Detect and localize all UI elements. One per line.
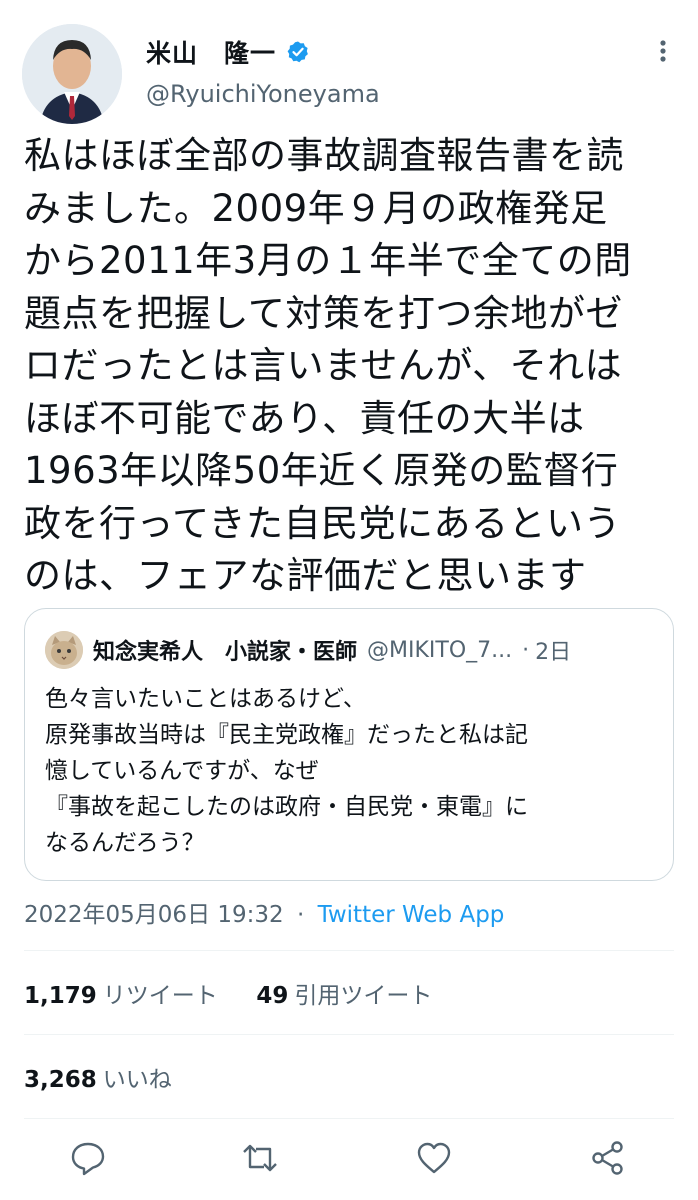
separator-dot: · xyxy=(296,902,305,928)
like-icon[interactable] xyxy=(414,1138,454,1178)
share-icon[interactable] xyxy=(588,1138,628,1178)
quoted-line: 色々言いたいことはあるけど、 xyxy=(45,686,366,712)
quoted-line: なるんだろう？ xyxy=(45,830,205,856)
quoted-author-handle: @MIKITO_7... xyxy=(367,637,513,663)
quoted-author-name: 知念実希人 小説家・医師 xyxy=(93,640,358,665)
retweet-count[interactable]: 1,179 xyxy=(24,983,97,1009)
like-count[interactable]: 3,268 xyxy=(24,1067,97,1093)
tweet-header: 米山 隆一 @RyuichiYoneyama xyxy=(0,0,698,128)
tweet-meta: 2022年05月06日 19:32 · Twitter Web App xyxy=(24,895,504,929)
tweet-line: のは、フェアな評価だと思います xyxy=(24,554,587,597)
quoted-line: 憶しているんですが、なぜ xyxy=(45,758,319,784)
action-bar xyxy=(0,1138,698,1182)
reply-icon[interactable] xyxy=(68,1138,108,1178)
tweet-line: ロだったとは言いませんが、それは xyxy=(24,344,623,387)
quoted-tweet[interactable]: 知念実希人 小説家・医師 @MIKITO_7... · 2日 色々言いたいことは… xyxy=(24,608,674,881)
divider xyxy=(24,950,674,951)
retweet-stats: 1,179 リツイート 49 引用ツイート xyxy=(24,976,432,1010)
tweet-line: 題点を把握して対策を打つ余地がゼ xyxy=(24,291,623,335)
more-icon[interactable] xyxy=(648,36,678,66)
author-name[interactable]: 米山 隆一 xyxy=(146,34,276,70)
timestamp[interactable]: 2022年05月06日 19:32 xyxy=(24,902,284,928)
quote-count[interactable]: 49 xyxy=(256,983,288,1009)
source-link[interactable]: Twitter Web App xyxy=(318,902,505,928)
quoted-line: 『事故を起こしたのは政府・自民党・東電』に xyxy=(45,794,528,820)
divider xyxy=(24,1118,674,1119)
tweet-line: から2011年3月の１年半で全ての問 xyxy=(24,239,632,282)
separator-dot: · xyxy=(522,637,530,663)
quote-label[interactable]: 引用ツイート xyxy=(294,983,432,1009)
divider xyxy=(24,1034,674,1035)
author-avatar[interactable] xyxy=(22,24,122,124)
like-label[interactable]: いいね xyxy=(103,1067,172,1093)
like-stats: 3,268 いいね xyxy=(24,1060,172,1094)
tweet-line: ほぼ不可能であり、責任の大半は xyxy=(24,396,585,440)
tweet-text: 私はほぼ全部の事故調査報告書を読 みました。2009年９月の政権発足 から201… xyxy=(24,130,684,603)
tweet-line: みました。2009年９月の政権発足 xyxy=(24,186,608,230)
author-handle[interactable]: @RyuichiYoneyama xyxy=(146,80,380,108)
tweet-line: 1963年以降50年近く原発の監督行 xyxy=(24,449,619,492)
retweet-icon[interactable] xyxy=(240,1138,280,1178)
tweet-line: 私はほぼ全部の事故調査報告書を読 xyxy=(24,134,624,177)
quoted-line: 原発事故当時は『民主党政権』だったと私は記 xyxy=(45,722,528,748)
quoted-time: 2日 xyxy=(535,640,572,665)
verified-badge-icon xyxy=(286,40,310,64)
retweet-label[interactable]: リツイート xyxy=(103,983,218,1009)
quoted-text: 色々言いたいことはあるけど、 原発事故当時は『民主党政権』だったと私は記 憶して… xyxy=(45,681,528,861)
quoted-author-avatar xyxy=(45,631,83,669)
tweet-line: 政を行ってきた自民党にあるという xyxy=(24,501,622,545)
